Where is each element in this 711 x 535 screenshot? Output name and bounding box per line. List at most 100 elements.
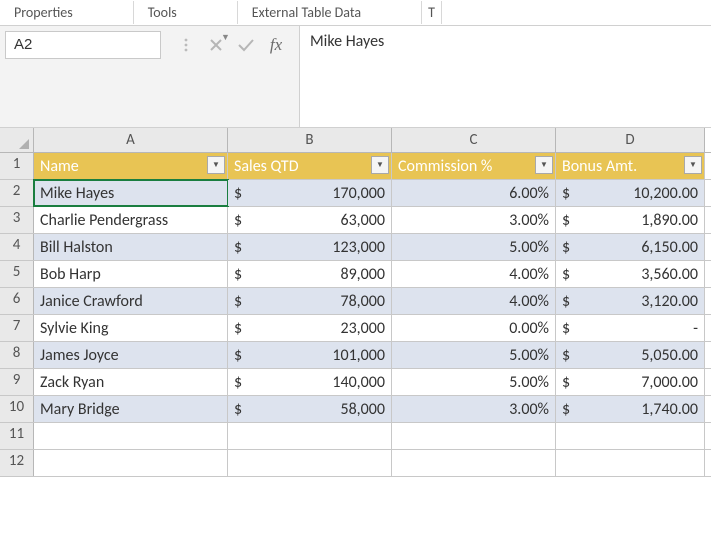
cell-bonus[interactable]: $- [556,315,705,341]
row-header[interactable]: 4 [0,234,34,260]
cell[interactable] [34,423,228,449]
cell-name[interactable]: James Joyce [34,342,228,368]
filter-button[interactable]: ▼ [684,156,702,174]
cell-sales[interactable]: $170,000 [228,180,392,206]
col-header-d[interactable]: D [556,128,705,152]
filter-button[interactable]: ▼ [371,156,389,174]
row-header[interactable]: 1 [0,153,34,179]
cell-value: 170,000 [246,184,385,203]
header-label: Sales QTD [234,157,299,176]
cell-name[interactable]: Mary Bridge [34,396,228,422]
cell[interactable] [392,450,556,476]
cell[interactable] [34,450,228,476]
cell-sales[interactable]: $78,000 [228,288,392,314]
cell-commission[interactable]: 3.00% [392,396,556,422]
row-header[interactable]: 10 [0,396,34,422]
cell-bonus[interactable]: $3,560.00 [556,261,705,287]
cell-commission[interactable]: 3.00% [392,207,556,233]
formula-bar-row: ▼ fx Mike Hayes [0,26,711,128]
table-header-row: 1 Name ▼ Sales QTD ▼ Commission % ▼ Bonu… [0,153,711,180]
cell-bonus[interactable]: $10,200.00 [556,180,705,206]
cell-name[interactable]: Janice Crawford [34,288,228,314]
currency-symbol: $ [562,346,574,365]
currency-symbol: $ [234,292,246,311]
menu-dots-icon[interactable] [171,31,201,59]
cell-sales[interactable]: $101,000 [228,342,392,368]
col-header-a[interactable]: A [34,128,228,152]
cell-commission[interactable]: 5.00% [392,234,556,260]
cell-bonus[interactable]: $3,120.00 [556,288,705,314]
ribbon-tabs: Properties Tools External Table Data T [0,0,711,26]
row-header[interactable]: 5 [0,261,34,287]
row-header[interactable]: 2 [0,180,34,206]
currency-symbol: $ [562,238,574,257]
cell[interactable] [556,423,705,449]
currency-symbol: $ [234,400,246,419]
header-sales[interactable]: Sales QTD ▼ [228,153,392,179]
row-header[interactable]: 6 [0,288,34,314]
header-label: Commission % [398,157,492,176]
cell-sales[interactable]: $23,000 [228,315,392,341]
cell-name[interactable]: Charlie Pendergrass [34,207,228,233]
table-row: 12 [0,450,711,477]
currency-symbol: $ [562,292,574,311]
ribbon-tab-properties[interactable]: Properties [0,1,134,24]
cell[interactable] [392,423,556,449]
cell-value: 3,560.00 [574,265,698,284]
row-header[interactable]: 8 [0,342,34,368]
cell-name[interactable]: Bob Harp [34,261,228,287]
header-bonus[interactable]: Bonus Amt. ▼ [556,153,705,179]
cell-name[interactable]: Mike Hayes [34,180,228,206]
row-header[interactable]: 12 [0,450,34,476]
cell-commission[interactable]: 6.00% [392,180,556,206]
cell[interactable] [556,450,705,476]
row-header[interactable]: 11 [0,423,34,449]
cell-commission[interactable]: 0.00% [392,315,556,341]
cell-commission[interactable]: 4.00% [392,261,556,287]
cell-name[interactable]: Sylvie King [34,315,228,341]
cell-bonus[interactable]: $1,890.00 [556,207,705,233]
row-header[interactable]: 7 [0,315,34,341]
currency-symbol: $ [234,346,246,365]
cell-sales[interactable]: $123,000 [228,234,392,260]
row-header[interactable]: 3 [0,207,34,233]
header-name[interactable]: Name ▼ [34,153,228,179]
cell[interactable] [228,450,392,476]
table-row: 3Charlie Pendergrass$63,0003.00%$1,890.0… [0,207,711,234]
currency-symbol: $ [562,319,574,338]
fx-icon[interactable]: fx [261,31,291,59]
cell-bonus[interactable]: $6,150.00 [556,234,705,260]
cell-commission[interactable]: 5.00% [392,342,556,368]
table-row: 4Bill Halston$123,0005.00%$6,150.00 [0,234,711,261]
cancel-icon[interactable] [201,31,231,59]
filter-button[interactable]: ▼ [207,156,225,174]
confirm-icon[interactable] [231,31,261,59]
cell-name[interactable]: Bill Halston [34,234,228,260]
header-commission[interactable]: Commission % ▼ [392,153,556,179]
cell[interactable] [228,423,392,449]
spreadsheet-grid: A B C D 1 Name ▼ Sales QTD ▼ Commission … [0,128,711,477]
cell-name[interactable]: Zack Ryan [34,369,228,395]
ribbon-tab-external[interactable]: External Table Data [238,1,422,24]
cell-sales[interactable]: $89,000 [228,261,392,287]
cell-value: 89,000 [246,265,385,284]
table-row: 11 [0,423,711,450]
cell-bonus[interactable]: $1,740.00 [556,396,705,422]
cell-bonus[interactable]: $7,000.00 [556,369,705,395]
formula-input[interactable]: Mike Hayes [299,26,711,127]
cell-value: 3,120.00 [574,292,698,311]
col-header-c[interactable]: C [392,128,556,152]
cell-sales[interactable]: $58,000 [228,396,392,422]
cell-commission[interactable]: 5.00% [392,369,556,395]
cell-sales[interactable]: $63,000 [228,207,392,233]
header-label: Bonus Amt. [562,157,637,176]
row-header[interactable]: 9 [0,369,34,395]
filter-button[interactable]: ▼ [535,156,553,174]
select-all-corner[interactable] [0,128,34,152]
cell-sales[interactable]: $140,000 [228,369,392,395]
col-header-b[interactable]: B [228,128,392,152]
ribbon-tab-extra[interactable]: T [422,1,442,24]
cell-commission[interactable]: 4.00% [392,288,556,314]
cell-bonus[interactable]: $5,050.00 [556,342,705,368]
ribbon-tab-tools[interactable]: Tools [134,1,238,24]
